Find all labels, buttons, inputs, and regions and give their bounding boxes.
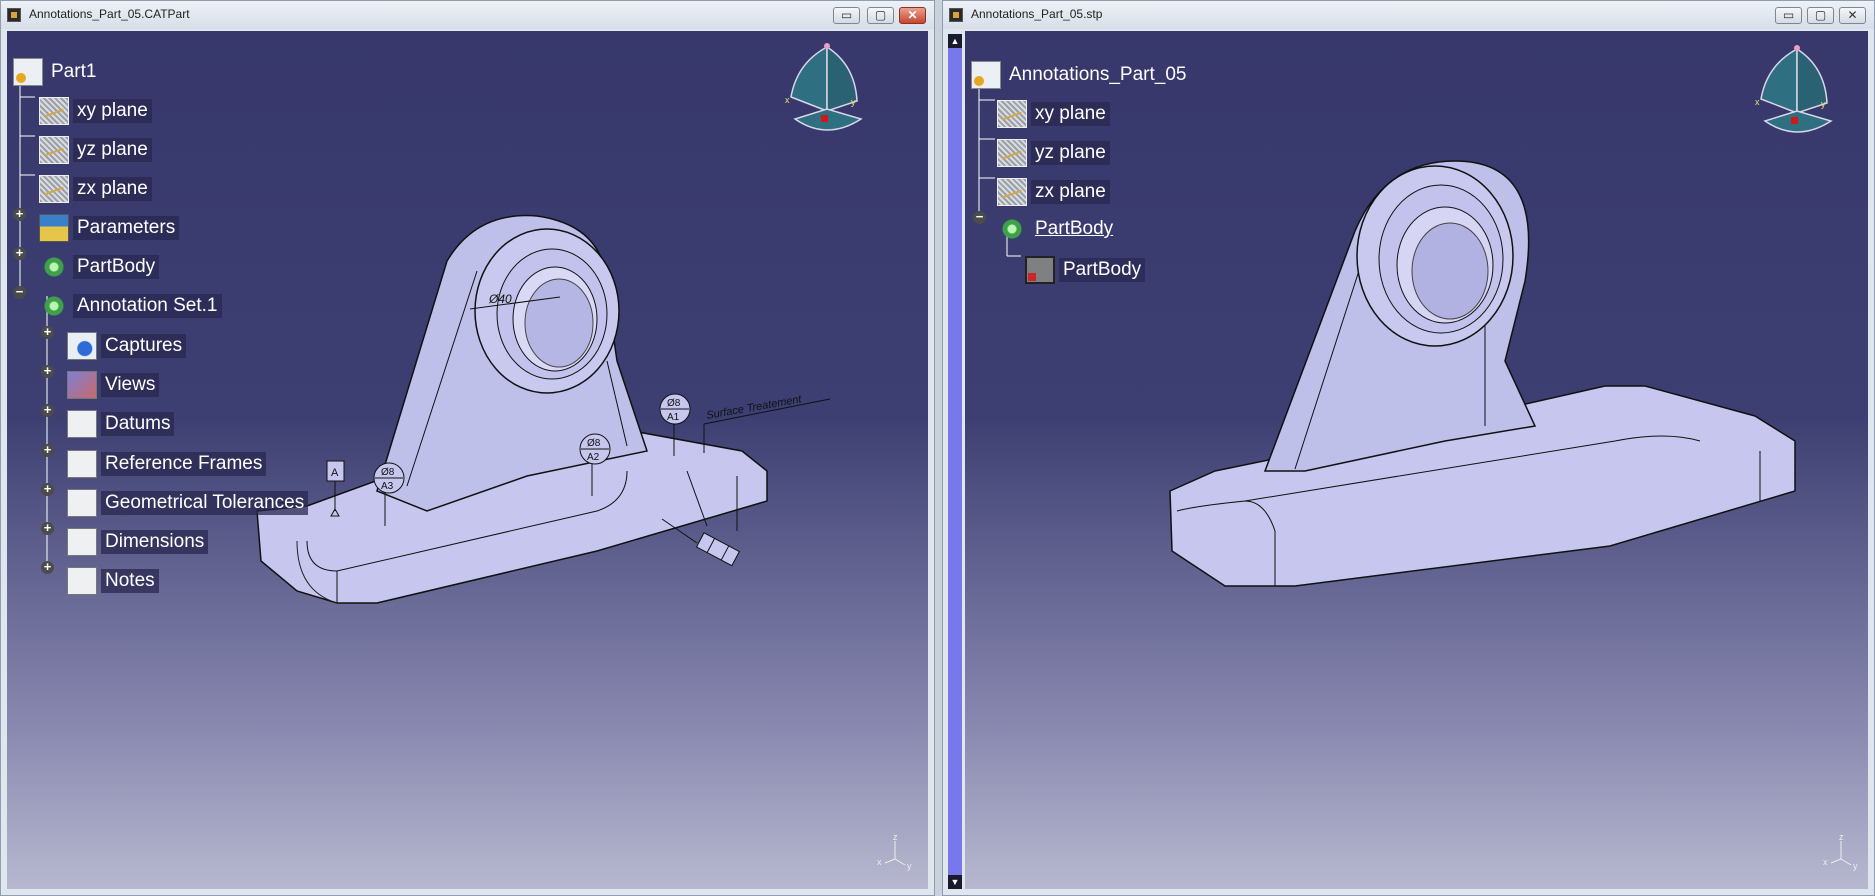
left-maximize-button[interactable]: ▢	[867, 7, 894, 24]
part-icon	[13, 58, 43, 86]
expand-views-button[interactable]: +	[41, 364, 54, 378]
tree-item-xy-plane[interactable]: xy plane	[997, 99, 1110, 129]
datums-icon	[67, 410, 97, 438]
geometrical-tolerances-icon	[67, 489, 97, 517]
tree-root-part1[interactable]: Part1	[13, 57, 100, 87]
tree-item-zx-plane[interactable]: zx plane	[997, 177, 1110, 207]
tree-item-datums[interactable]: Datums	[67, 409, 175, 439]
plane-icon	[39, 175, 69, 203]
plane-icon	[997, 178, 1027, 206]
expand-captures-button[interactable]: +	[41, 325, 54, 339]
left-close-button[interactable]: ✕	[899, 7, 926, 24]
tree-item-partbody[interactable]: PartBody	[997, 214, 1117, 244]
expand-dimensions-button[interactable]: +	[41, 521, 54, 535]
tree-item-yz-plane[interactable]: yz plane	[39, 135, 152, 165]
left-specification-tree: Part1 xy plane yz plane zx plane + Param…	[7, 31, 928, 889]
catia-app-icon	[7, 8, 21, 22]
right-specification-tree: Annotations_Part_05 xy plane yz plane zx…	[965, 31, 1868, 889]
plane-icon	[997, 100, 1027, 128]
left-window-title: Annotations_Part_05.CATPart	[29, 7, 190, 21]
plane-icon	[39, 136, 69, 164]
annotation-set-icon	[39, 292, 69, 320]
tree-item-reference-frames[interactable]: Reference Frames	[67, 449, 267, 479]
right-minimize-button[interactable]: ▭	[1775, 7, 1802, 24]
collapse-annotation-set-button[interactable]: −	[13, 285, 26, 299]
parameters-icon	[39, 214, 69, 242]
catia-app-icon	[949, 8, 963, 22]
tree-item-yz-plane[interactable]: yz plane	[997, 138, 1110, 168]
expand-reference-frames-button[interactable]: +	[41, 443, 54, 457]
tree-item-partbody-solid[interactable]: PartBody	[1025, 255, 1146, 285]
expand-datums-button[interactable]: +	[41, 403, 54, 417]
right-close-button[interactable]: ✕	[1839, 7, 1866, 24]
right-3d-viewport[interactable]: x y z x y Annotations_Part_05 xy plane y…	[965, 31, 1868, 889]
notes-icon	[67, 567, 97, 595]
views-icon	[67, 371, 97, 399]
expand-partbody-button[interactable]: +	[13, 246, 26, 260]
collapse-partbody-button[interactable]: −	[973, 210, 986, 224]
expand-parameters-button[interactable]: +	[13, 207, 26, 221]
part-icon	[971, 61, 1001, 89]
right-window-title: Annotations_Part_05.stp	[971, 7, 1103, 21]
right-vertical-scrollbar[interactable]: ▲ ▼	[948, 34, 962, 889]
reference-frames-icon	[67, 450, 97, 478]
right-document-window[interactable]: Annotations_Part_05.stp ▭ ▢ ✕ ▲ ▼ x y z …	[942, 0, 1875, 896]
tree-item-zx-plane[interactable]: zx plane	[39, 174, 152, 204]
expand-geometrical-tolerances-button[interactable]: +	[41, 482, 54, 496]
plane-icon	[997, 139, 1027, 167]
plane-icon	[39, 97, 69, 125]
partbody-icon	[39, 253, 69, 281]
right-maximize-button[interactable]: ▢	[1807, 7, 1834, 24]
tree-item-views[interactable]: Views	[67, 370, 160, 400]
scroll-up-arrow-icon[interactable]: ▲	[948, 34, 962, 48]
scroll-down-arrow-icon[interactable]: ▼	[948, 875, 962, 889]
tree-item-xy-plane[interactable]: xy plane	[39, 96, 152, 126]
tree-item-notes[interactable]: Notes	[67, 566, 159, 596]
captures-icon	[67, 332, 97, 360]
tree-root-annotations-part[interactable]: Annotations_Part_05	[971, 60, 1190, 90]
tree-item-geometrical-tolerances[interactable]: Geometrical Tolerances	[67, 488, 309, 518]
left-document-window[interactable]: Annotations_Part_05.CATPart ▭ ▢ ✕ Ø40 A …	[0, 0, 935, 896]
partbody-icon	[997, 215, 1027, 243]
tree-item-captures[interactable]: Captures	[67, 331, 187, 361]
right-title-bar[interactable]: Annotations_Part_05.stp ▭ ▢ ✕	[943, 1, 1874, 29]
tree-item-annotation-set[interactable]: Annotation Set.1	[39, 291, 222, 321]
left-3d-viewport[interactable]: Ø40 A Ø8 A3 Ø8 A2 Ø8 A1 Surface Treateme…	[7, 31, 928, 889]
left-minimize-button[interactable]: ▭	[833, 7, 860, 24]
tree-item-partbody[interactable]: PartBody	[39, 252, 160, 282]
expand-notes-button[interactable]: +	[41, 560, 54, 574]
tree-item-parameters[interactable]: Parameters	[39, 213, 180, 243]
left-title-bar[interactable]: Annotations_Part_05.CATPart ▭ ▢ ✕	[1, 1, 934, 29]
tree-item-dimensions[interactable]: Dimensions	[67, 527, 209, 557]
dimensions-icon	[67, 528, 97, 556]
body-icon	[1025, 256, 1055, 284]
